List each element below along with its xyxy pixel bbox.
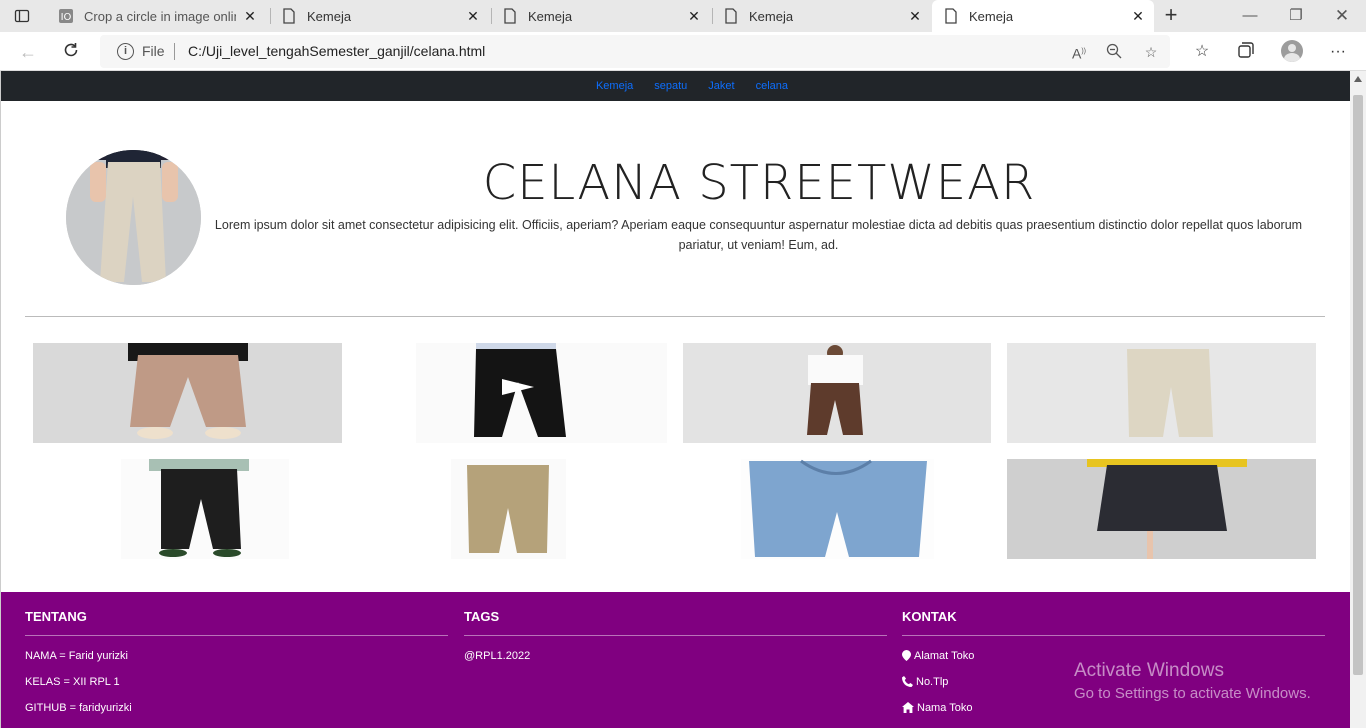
product-image-3 — [683, 343, 991, 443]
tab-kemeja-1[interactable]: Kemeja ✕ — [271, 0, 489, 32]
home-icon — [902, 702, 914, 713]
phone-icon — [902, 676, 913, 687]
product-image-2 — [416, 343, 667, 443]
footer-telp-label: No.Tlp — [916, 675, 949, 688]
hero-description: Lorem ipsum dolor sit amet consectetur a… — [214, 218, 1303, 252]
tab-crop-circle[interactable]: IO Crop a circle in image online ✕ — [48, 0, 266, 32]
close-tab-icon[interactable]: ✕ — [242, 8, 258, 24]
footer-github: GITHUB = faridyurizki — [25, 701, 132, 714]
footer: TENTANG NAMA = Farid yurizki KELAS = XII… — [1, 592, 1350, 728]
footer-heading-tentang: TENTANG — [25, 609, 448, 636]
profile-avatar[interactable] — [1281, 40, 1303, 62]
tab-actions-icon[interactable] — [14, 8, 30, 24]
nav-link-kemeja[interactable]: Kemeja — [596, 80, 633, 92]
page-icon — [943, 8, 959, 24]
map-marker-icon — [902, 650, 911, 661]
nav-link-jaket[interactable]: Jaket — [708, 80, 734, 92]
add-favorite-icon[interactable]: ☆ — [1142, 43, 1160, 61]
new-tab-icon[interactable]: + — [1161, 4, 1181, 26]
tab-title: Kemeja — [969, 8, 1014, 24]
scroll-up-arrow-icon[interactable] — [1354, 76, 1362, 82]
product-image-4 — [1007, 343, 1316, 443]
read-aloud-icon[interactable]: A)) — [1070, 43, 1088, 62]
footer-nama-toko: Nama Toko — [902, 701, 1325, 714]
tab-kemeja-2[interactable]: Kemeja ✕ — [492, 0, 710, 32]
tab-kemeja-3[interactable]: Kemeja ✕ — [713, 0, 931, 32]
tab-title: Crop a circle in image online — [84, 8, 236, 24]
nav-link-sepatu[interactable]: sepatu — [654, 80, 687, 92]
collections-icon[interactable] — [1235, 41, 1257, 63]
tab-title: Kemeja — [307, 8, 352, 24]
footer-kelas: KELAS = XII RPL 1 — [25, 675, 120, 688]
footer-tag: @RPL1.2022 — [464, 649, 531, 662]
activate-windows-watermark: Activate Windows Go to Settings to activ… — [1074, 660, 1311, 702]
scrollbar-thumb[interactable] — [1353, 95, 1363, 675]
watermark-line-1: Activate Windows — [1074, 660, 1224, 681]
watermark-line-2: Go to Settings to activate Windows. — [1074, 685, 1311, 702]
restore-icon[interactable]: ❐ — [1286, 6, 1306, 26]
page-icon — [502, 8, 518, 24]
footer-nama-toko-label: Nama Toko — [917, 701, 973, 714]
section-divider — [25, 316, 1325, 317]
page-title: CELANA STREETWEAR — [482, 155, 1036, 211]
footer-heading-tags: TAGS — [464, 609, 887, 636]
back-arrow-icon[interactable]: ← — [17, 41, 39, 63]
footer-alamat-label: Alamat Toko — [914, 649, 975, 662]
close-tab-icon[interactable]: ✕ — [686, 8, 702, 24]
top-navbar: Kemeja sepatu Jaket celana — [1, 71, 1350, 101]
tab-kemeja-active[interactable]: Kemeja ✕ — [932, 0, 1154, 32]
page-viewport: Kemeja sepatu Jaket celana CELANA STREET… — [0, 71, 1350, 728]
address-bar-row: ← i File C:/Uji_level_tengahSemester_gan… — [0, 32, 1366, 71]
close-window-icon[interactable]: ✕ — [1332, 6, 1352, 26]
url-text[interactable]: C:/Uji_level_tengahSemester_ganjil/celan… — [188, 43, 485, 59]
footer-nama: NAMA = Farid yurizki — [25, 649, 128, 662]
tab-strip: IO Crop a circle in image online ✕ Kemej… — [0, 0, 1366, 32]
refresh-icon[interactable] — [60, 41, 82, 63]
more-menu-icon[interactable]: ··· — [1327, 41, 1349, 63]
iloveimg-icon: IO — [58, 8, 74, 24]
product-image-7 — [741, 459, 934, 559]
vertical-scrollbar[interactable] — [1350, 71, 1366, 728]
info-icon[interactable]: i — [117, 43, 134, 60]
address-bar[interactable]: i File C:/Uji_level_tengahSemester_ganji… — [100, 35, 1170, 68]
close-tab-icon[interactable]: ✕ — [1130, 8, 1146, 24]
zoom-out-icon[interactable] — [1105, 43, 1123, 61]
page-icon — [281, 8, 297, 24]
hero-circle-image — [66, 150, 201, 285]
product-image-1 — [33, 343, 342, 443]
footer-col-tags: TAGS @RPL1.2022 — [464, 592, 887, 662]
product-image-8 — [1007, 459, 1316, 559]
footer-heading-kontak: KONTAK — [902, 609, 1325, 636]
product-image-6 — [451, 459, 566, 559]
close-tab-icon[interactable]: ✕ — [907, 8, 923, 24]
product-image-5 — [121, 459, 289, 559]
minimize-icon[interactable]: — — [1240, 6, 1260, 26]
svg-text:IO: IO — [61, 12, 72, 23]
tab-title: Kemeja — [528, 8, 573, 24]
url-divider — [174, 43, 175, 60]
close-tab-icon[interactable]: ✕ — [465, 8, 481, 24]
page-icon — [723, 8, 739, 24]
favorites-icon[interactable]: ☆ — [1191, 41, 1213, 63]
nav-link-celana[interactable]: celana — [756, 80, 788, 92]
footer-col-tentang: TENTANG NAMA = Farid yurizki KELAS = XII… — [25, 592, 448, 714]
tab-title: Kemeja — [749, 8, 794, 24]
url-scheme: File — [142, 43, 165, 59]
